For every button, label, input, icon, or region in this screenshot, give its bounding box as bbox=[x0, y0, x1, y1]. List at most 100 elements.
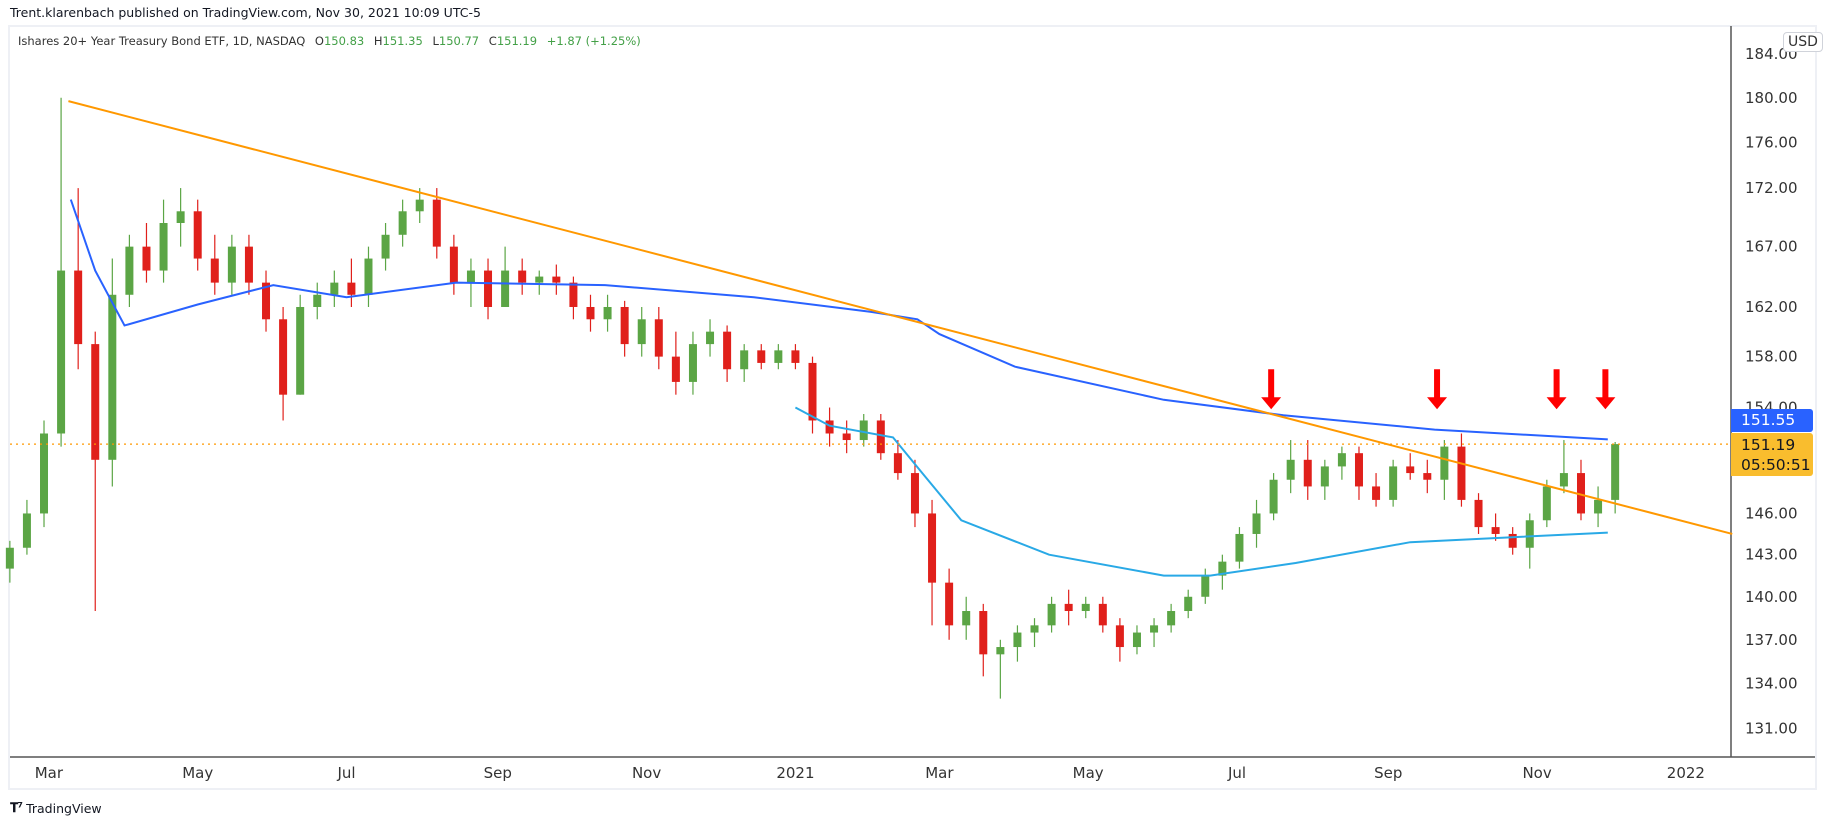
candle-body bbox=[1132, 632, 1141, 648]
time-tick-label: May bbox=[182, 764, 213, 782]
candle-body bbox=[57, 270, 66, 434]
candle bbox=[637, 306, 646, 357]
high-value: 151.35 bbox=[382, 34, 423, 48]
candle bbox=[518, 258, 527, 295]
candle bbox=[449, 234, 458, 295]
candle bbox=[347, 258, 356, 307]
candle-body bbox=[893, 453, 902, 474]
candle bbox=[928, 499, 937, 626]
time-tick-label: Mar bbox=[925, 764, 954, 782]
tradingview-logo-icon: 𝐓⁷ bbox=[10, 801, 23, 816]
last-price-label: 151.19 05:50:51 bbox=[1731, 433, 1813, 476]
candle-body bbox=[654, 319, 663, 357]
candle-body bbox=[381, 234, 390, 259]
candle-body bbox=[671, 356, 680, 382]
candle-body bbox=[484, 270, 493, 307]
candle bbox=[5, 540, 14, 583]
candle bbox=[279, 306, 288, 421]
price-chart[interactable]: 184.00180.00176.00172.00167.00162.00158.… bbox=[0, 0, 1825, 826]
candle-body bbox=[1559, 473, 1568, 487]
candle bbox=[1423, 459, 1432, 494]
candle-body bbox=[1372, 486, 1381, 500]
candle-body bbox=[330, 282, 339, 295]
candle bbox=[22, 499, 31, 555]
candle-body bbox=[842, 433, 851, 441]
candle-body bbox=[142, 246, 151, 271]
candle-body bbox=[501, 270, 510, 307]
candle bbox=[1132, 625, 1141, 655]
candle bbox=[671, 331, 680, 395]
candle-body bbox=[1406, 466, 1415, 474]
candle-body bbox=[432, 199, 441, 247]
candle-body bbox=[415, 199, 424, 212]
candle bbox=[1389, 459, 1398, 507]
candle bbox=[330, 270, 339, 307]
price-tick-label: 146.00 bbox=[1745, 504, 1798, 522]
candle-body bbox=[808, 362, 817, 421]
time-tick-label: Sep bbox=[1374, 764, 1402, 782]
price-tick-label: 167.00 bbox=[1745, 238, 1798, 256]
candle bbox=[1150, 618, 1159, 648]
time-tick-label: May bbox=[1073, 764, 1104, 782]
candle bbox=[723, 325, 732, 382]
candle-body bbox=[1354, 453, 1363, 487]
brand-name: TradingView bbox=[26, 801, 102, 816]
candle bbox=[1491, 513, 1500, 541]
candle-body bbox=[1013, 632, 1022, 648]
candle bbox=[569, 276, 578, 320]
close-label: C bbox=[488, 34, 497, 48]
candle bbox=[1269, 473, 1278, 521]
candle-body bbox=[928, 513, 937, 583]
close-value: 151.19 bbox=[496, 34, 538, 48]
candle-body bbox=[227, 246, 236, 283]
candle bbox=[757, 344, 766, 370]
candle-body bbox=[791, 350, 800, 363]
tradingview-footer[interactable]: 𝐓⁷ TradingView bbox=[10, 801, 102, 816]
price-tick-label: 143.00 bbox=[1745, 546, 1798, 564]
currency-button[interactable]: USD bbox=[1783, 32, 1823, 52]
candle-body bbox=[910, 473, 919, 514]
candle bbox=[842, 420, 851, 454]
candle-body bbox=[1542, 486, 1551, 521]
down-arrow-icon bbox=[1595, 369, 1616, 410]
price-tick-label: 140.00 bbox=[1745, 588, 1798, 606]
candle-body bbox=[210, 258, 219, 283]
candle-body bbox=[1030, 625, 1039, 633]
candle-body bbox=[706, 331, 715, 345]
candle-body bbox=[1423, 473, 1432, 480]
candle-body bbox=[176, 211, 185, 223]
candle bbox=[910, 459, 919, 528]
candle-body bbox=[518, 270, 527, 283]
open-value: 150.83 bbox=[323, 34, 365, 48]
candle-body bbox=[569, 282, 578, 307]
candle-body bbox=[1491, 527, 1500, 534]
candle bbox=[1286, 440, 1295, 494]
price-tick-label: 180.00 bbox=[1745, 89, 1798, 107]
candle-body bbox=[1184, 596, 1193, 612]
candle-body bbox=[1081, 603, 1090, 612]
candle bbox=[227, 234, 236, 295]
candle bbox=[244, 234, 253, 295]
candle-body bbox=[74, 270, 83, 345]
candle bbox=[1372, 473, 1381, 507]
candle bbox=[159, 199, 168, 283]
candle-body bbox=[1252, 513, 1261, 534]
candle-body bbox=[244, 246, 253, 283]
candle bbox=[210, 234, 219, 295]
candle bbox=[1081, 596, 1090, 619]
candle-body bbox=[1457, 446, 1466, 500]
candle-body bbox=[159, 222, 168, 271]
candle-body bbox=[1150, 625, 1159, 633]
candle-body bbox=[962, 611, 971, 626]
candle bbox=[1098, 596, 1107, 633]
candle-body bbox=[313, 294, 322, 307]
change-value: +1.87 (+1.25%) bbox=[546, 34, 641, 48]
candle bbox=[654, 306, 663, 370]
candle-body bbox=[723, 331, 732, 370]
candle bbox=[40, 420, 49, 528]
candle bbox=[1594, 486, 1603, 528]
candle bbox=[1457, 433, 1466, 507]
candle-body bbox=[1389, 466, 1398, 500]
candle-body bbox=[979, 611, 988, 655]
candle bbox=[996, 639, 1005, 699]
